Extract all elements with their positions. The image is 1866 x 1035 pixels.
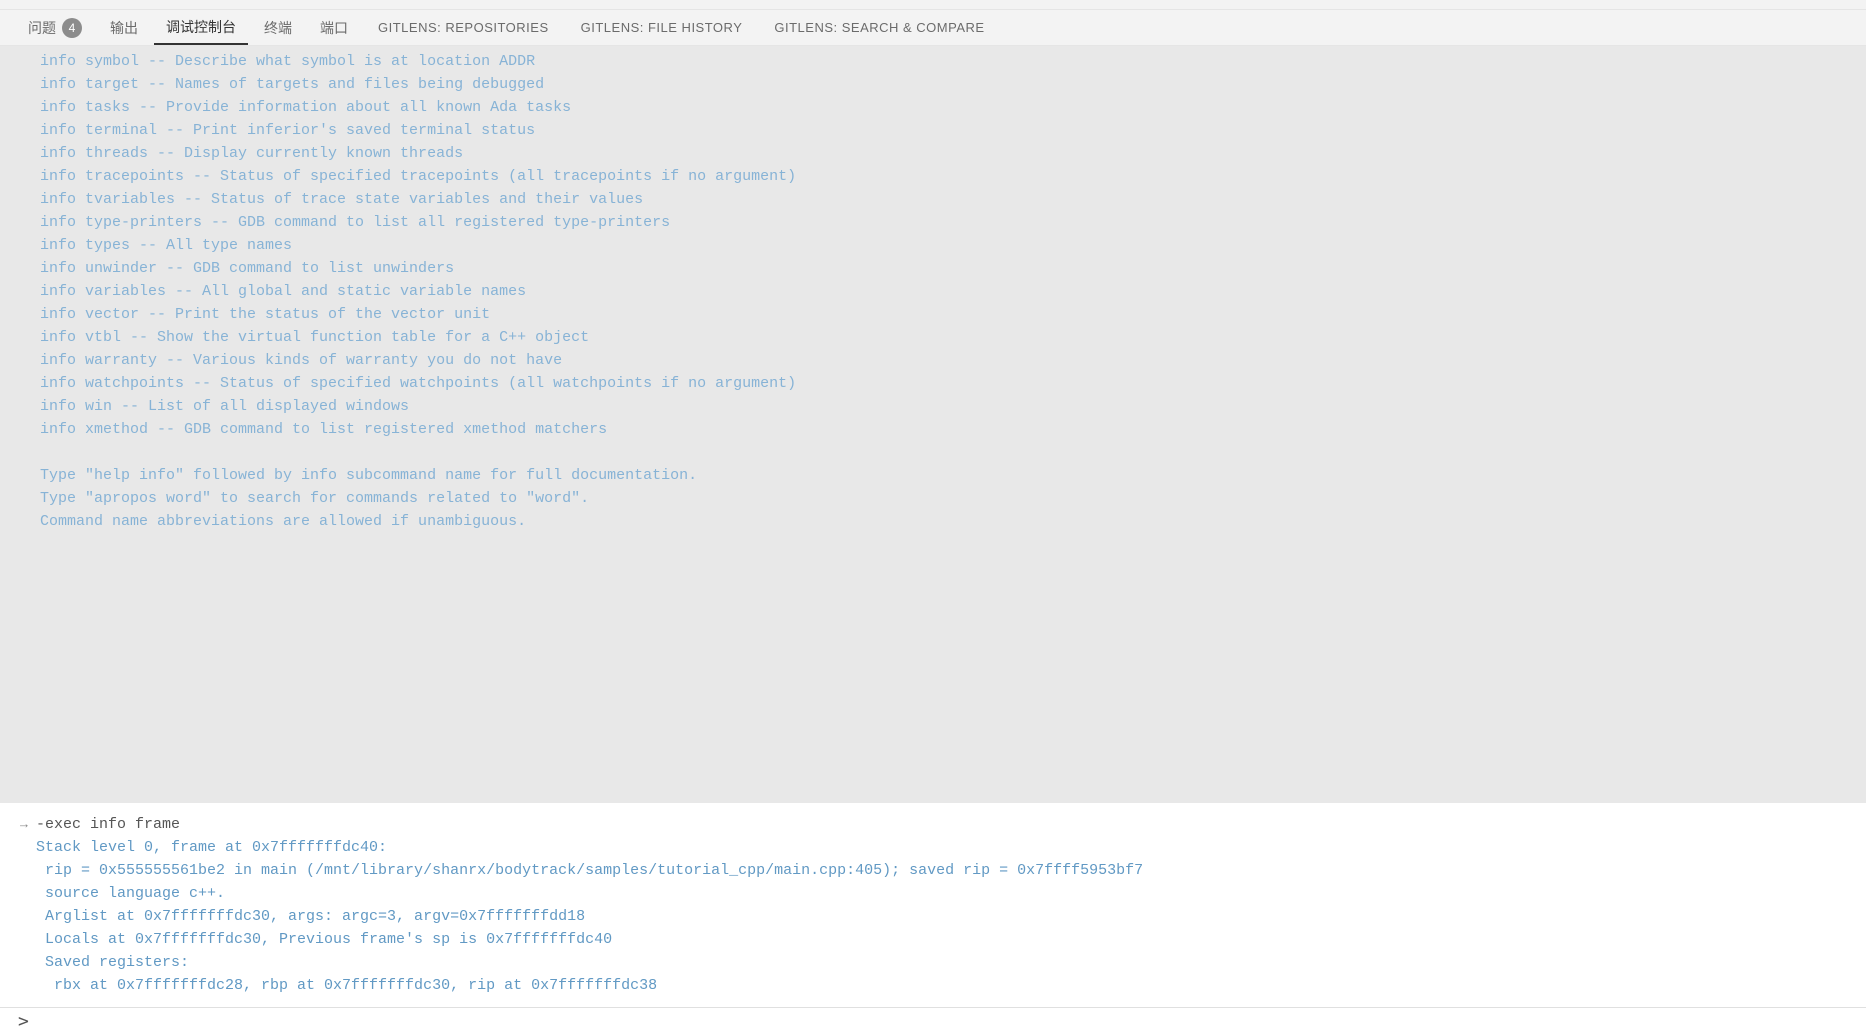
- top-strip: [0, 0, 1866, 10]
- gdb-output-line: info vector -- Print the status of the v…: [40, 303, 1826, 326]
- frame-result-line: rip = 0x555555561be2 in main (/mnt/libra…: [20, 859, 1846, 882]
- gdb-output-line: info tvariables -- Status of trace state…: [40, 188, 1826, 211]
- gdb-output-line: info warranty -- Various kinds of warran…: [40, 349, 1826, 372]
- gdb-output-line: info type-printers -- GDB command to lis…: [40, 211, 1826, 234]
- gdb-output-line: Type "help info" followed by info subcom…: [40, 464, 1826, 487]
- command-arrow-icon: →: [20, 813, 36, 836]
- tab-problems-label: 问题: [28, 18, 56, 38]
- frame-result-line: Stack level 0, frame at 0x7fffffffdc40:: [20, 836, 1846, 859]
- gdb-output-line: info unwinder -- GDB command to list unw…: [40, 257, 1826, 280]
- debug-console-input-bar[interactable]: >: [0, 1007, 1866, 1035]
- command-text: -exec info frame: [36, 813, 180, 836]
- gdb-output-line: Type "apropos word" to search for comman…: [40, 487, 1826, 510]
- tab-ports-label: 端口: [320, 18, 348, 38]
- gdb-output-line: info tracepoints -- Status of specified …: [40, 165, 1826, 188]
- command-result-section: → -exec info frame Stack level 0, frame …: [0, 803, 1866, 1007]
- gdb-output-line: info vtbl -- Show the virtual function t…: [40, 326, 1826, 349]
- frame-result-line: Locals at 0x7fffffffdc30, Previous frame…: [20, 928, 1846, 951]
- frame-result-line: source language c++.: [20, 882, 1846, 905]
- gdb-output-line: info tasks -- Provide information about …: [40, 96, 1826, 119]
- debug-console-output[interactable]: info symbol -- Describe what symbol is a…: [0, 46, 1866, 803]
- tab-gitlens-repositories-label: GITLENS: REPOSITORIES: [378, 20, 549, 35]
- frame-result-line: Saved registers:: [20, 951, 1846, 974]
- tab-terminal-label: 终端: [264, 18, 292, 38]
- tab-problems[interactable]: 问题 4: [16, 10, 94, 45]
- gdb-output-line: info threads -- Display currently known …: [40, 142, 1826, 165]
- gdb-output-line: info xmethod -- GDB command to list regi…: [40, 418, 1826, 441]
- tab-gitlens-repositories[interactable]: GITLENS: REPOSITORIES: [364, 10, 563, 45]
- tab-gitlens-search-compare-label: GITLENS: SEARCH & COMPARE: [774, 20, 984, 35]
- tab-ports[interactable]: 端口: [308, 10, 360, 45]
- gdb-output-line: info symbol -- Describe what symbol is a…: [40, 50, 1826, 73]
- tab-gitlens-file-history-label: GITLENS: FILE HISTORY: [581, 20, 743, 35]
- tab-gitlens-file-history[interactable]: GITLENS: FILE HISTORY: [567, 10, 757, 45]
- input-prompt-icon: >: [18, 1011, 29, 1032]
- tab-debug-console-label: 调试控制台: [166, 17, 236, 37]
- gdb-output-line: info types -- All type names: [40, 234, 1826, 257]
- gdb-output-line: [40, 441, 1826, 464]
- frame-result-line: rbx at 0x7fffffffdc28, rbp at 0x7fffffff…: [20, 974, 1846, 997]
- gdb-output-line: info watchpoints -- Status of specified …: [40, 372, 1826, 395]
- gdb-output-line: info terminal -- Print inferior's saved …: [40, 119, 1826, 142]
- tab-debug-console[interactable]: 调试控制台: [154, 10, 248, 45]
- frame-result-line: Arglist at 0x7fffffffdc30, args: argc=3,…: [20, 905, 1846, 928]
- tab-output[interactable]: 输出: [98, 10, 150, 45]
- tab-output-label: 输出: [110, 18, 138, 38]
- command-row: → -exec info frame: [20, 813, 1846, 836]
- gdb-output-line: info variables -- All global and static …: [40, 280, 1826, 303]
- gdb-output-line: info target -- Names of targets and file…: [40, 73, 1826, 96]
- gdb-output-line: Command name abbreviations are allowed i…: [40, 510, 1826, 533]
- tab-gitlens-search-compare[interactable]: GITLENS: SEARCH & COMPARE: [760, 10, 998, 45]
- gdb-output-line: info win -- List of all displayed window…: [40, 395, 1826, 418]
- frame-info-result: Stack level 0, frame at 0x7fffffffdc40: …: [20, 836, 1846, 997]
- tab-terminal[interactable]: 终端: [252, 10, 304, 45]
- problems-badge: 4: [62, 18, 82, 38]
- panel-tab-bar: 问题 4 输出 调试控制台 终端 端口 GITLENS: REPOSITORIE…: [0, 10, 1866, 46]
